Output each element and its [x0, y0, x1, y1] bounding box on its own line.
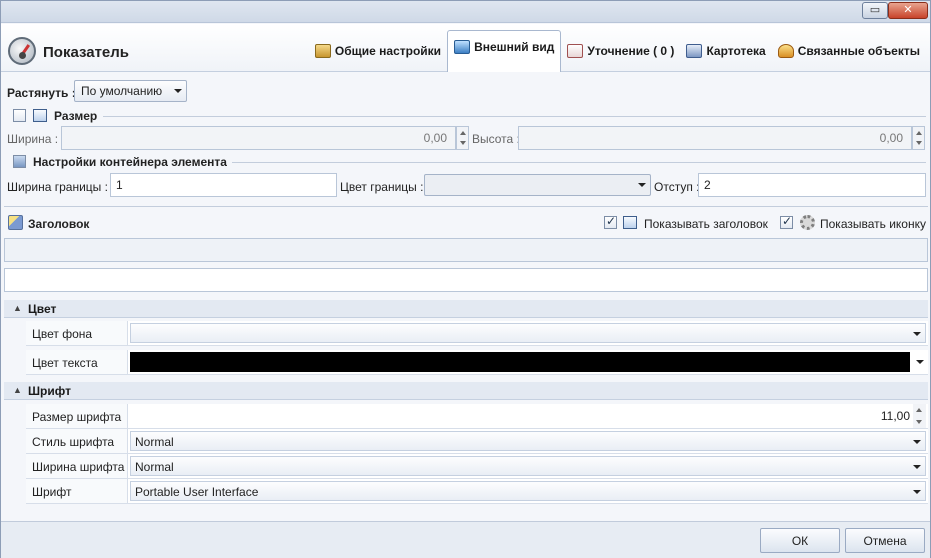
- padding-input[interactable]: 2: [698, 173, 926, 197]
- header-edit-icon: [8, 215, 23, 230]
- property-grid: ▲ Цвет Цвет фона Цвет текста ▲ Шрифт Раз…: [1, 298, 930, 508]
- size-checkbox[interactable]: [13, 109, 26, 122]
- row-value-text: Normal: [135, 460, 174, 474]
- chevron-down-icon: [174, 89, 182, 93]
- row-value-text: Portable User Interface: [135, 485, 259, 499]
- width-input[interactable]: 0,00: [61, 126, 456, 150]
- collapse-caret-icon: ▲: [13, 303, 22, 313]
- height-spinner[interactable]: [912, 126, 925, 150]
- row-value-text: 11,00: [880, 409, 910, 423]
- tab-label: Связанные объекты: [797, 44, 920, 58]
- height-input[interactable]: 0,00: [518, 126, 912, 150]
- tab-label: Уточнение ( 0 ): [587, 44, 675, 58]
- section-divider: [103, 116, 926, 117]
- text-color-dropdown[interactable]: [128, 350, 928, 375]
- section-divider: [232, 162, 926, 163]
- color-swatch: [130, 352, 910, 372]
- stretch-label: Растянуть :: [7, 86, 76, 100]
- show-header-label: Показывать заголовок: [644, 217, 768, 231]
- show-icon-checkbox[interactable]: [780, 214, 793, 229]
- row-label-font-style: Стиль шрифта: [26, 429, 128, 454]
- chevron-down-icon: [913, 332, 921, 336]
- stretch-value: По умолчанию: [81, 84, 163, 98]
- dialog-title: Показатель: [43, 44, 130, 61]
- dialog-header: Показатель Общие настройки Внешний вид У…: [1, 24, 930, 72]
- tab-label: Картотека: [706, 44, 766, 58]
- tab-refine[interactable]: Уточнение ( 0 ): [561, 36, 680, 72]
- linked-objects-icon: [777, 44, 794, 58]
- dialog-footer: ОК Отмена: [1, 521, 930, 558]
- gear-icon: [800, 215, 815, 230]
- tab-card-index[interactable]: Картотека: [680, 36, 771, 72]
- tab-linked-objects[interactable]: Связанные объекты: [772, 36, 926, 72]
- cancel-button[interactable]: Отмена: [845, 528, 925, 553]
- border-color-dropdown[interactable]: [424, 174, 651, 196]
- height-label: Высота :: [472, 132, 520, 146]
- ok-button[interactable]: ОК: [760, 528, 840, 553]
- border-width-input[interactable]: 1: [110, 173, 337, 197]
- close-button[interactable]: ✕: [888, 2, 928, 19]
- show-header-checkbox[interactable]: [604, 214, 617, 229]
- width-spinner[interactable]: [456, 126, 469, 150]
- gauge-icon: [8, 37, 36, 65]
- restore-button[interactable]: ▭: [862, 2, 888, 19]
- group-title: Шрифт: [28, 384, 71, 398]
- chevron-down-icon: [916, 360, 924, 364]
- chevron-down-icon: [913, 465, 921, 469]
- font-style-dropdown[interactable]: Normal: [128, 429, 928, 454]
- card-index-icon: [686, 44, 703, 58]
- row-label-font-stretch: Ширина шрифта: [26, 454, 128, 479]
- stretch-dropdown[interactable]: По умолчанию: [74, 80, 187, 102]
- title-bar: ▭ ✕: [1, 1, 930, 23]
- property-search-input[interactable]: [4, 268, 928, 292]
- container-section-title: Настройки контейнера элемента: [33, 155, 227, 169]
- section-divider: [4, 206, 928, 207]
- row-label-font-family: Шрифт: [26, 479, 128, 504]
- group-header-color[interactable]: ▲ Цвет: [4, 300, 928, 318]
- refine-icon: [567, 44, 584, 58]
- padding-label: Отступ :: [654, 180, 700, 194]
- row-label-text-color: Цвет текста: [26, 350, 128, 375]
- tab-appearance[interactable]: Внешний вид: [447, 30, 562, 72]
- window-header-icon: [623, 216, 637, 229]
- font-stretch-dropdown[interactable]: Normal: [128, 454, 928, 479]
- width-label: Ширина :: [7, 132, 59, 146]
- size-frame-icon: [33, 109, 47, 122]
- appearance-icon: [454, 39, 471, 54]
- row-label-font-size: Размер шрифта: [26, 404, 128, 429]
- header-section-title: Заголовок: [28, 217, 90, 231]
- border-width-label: Ширина границы :: [7, 180, 108, 194]
- dropdown-field: Normal: [130, 456, 926, 476]
- size-section-title: Размер: [54, 109, 98, 123]
- row-label-background-color: Цвет фона: [26, 321, 128, 346]
- tab-strip: Общие настройки Внешний вид Уточнение ( …: [309, 30, 926, 72]
- container-checkbox[interactable]: [13, 155, 26, 168]
- dropdown-field: Portable User Interface: [130, 481, 926, 501]
- background-color-dropdown[interactable]: [128, 321, 928, 346]
- group-header-font[interactable]: ▲ Шрифт: [4, 382, 928, 400]
- dialog-window: ▭ ✕ Показатель Общие настройки Внешний в…: [0, 0, 931, 558]
- tab-label: Общие настройки: [334, 44, 442, 58]
- settings-icon: [314, 44, 331, 58]
- chevron-down-icon: [913, 440, 921, 444]
- font-size-spinner[interactable]: [913, 404, 926, 428]
- font-family-dropdown[interactable]: Portable User Interface: [128, 479, 928, 504]
- tab-general-settings[interactable]: Общие настройки: [309, 36, 447, 72]
- row-value-text: Normal: [135, 435, 174, 449]
- tab-label: Внешний вид: [474, 39, 555, 54]
- border-color-label: Цвет границы :: [340, 180, 424, 194]
- dropdown-field: Normal: [130, 431, 926, 451]
- font-size-input[interactable]: 11,00: [128, 404, 928, 429]
- chevron-down-icon: [913, 490, 921, 494]
- group-title: Цвет: [28, 302, 57, 316]
- collapse-caret-icon: ▲: [13, 385, 22, 395]
- chevron-down-icon: [638, 183, 646, 187]
- dropdown-field: [130, 323, 926, 343]
- show-icon-label: Показывать иконку: [820, 217, 926, 231]
- header-text-input[interactable]: [4, 238, 928, 262]
